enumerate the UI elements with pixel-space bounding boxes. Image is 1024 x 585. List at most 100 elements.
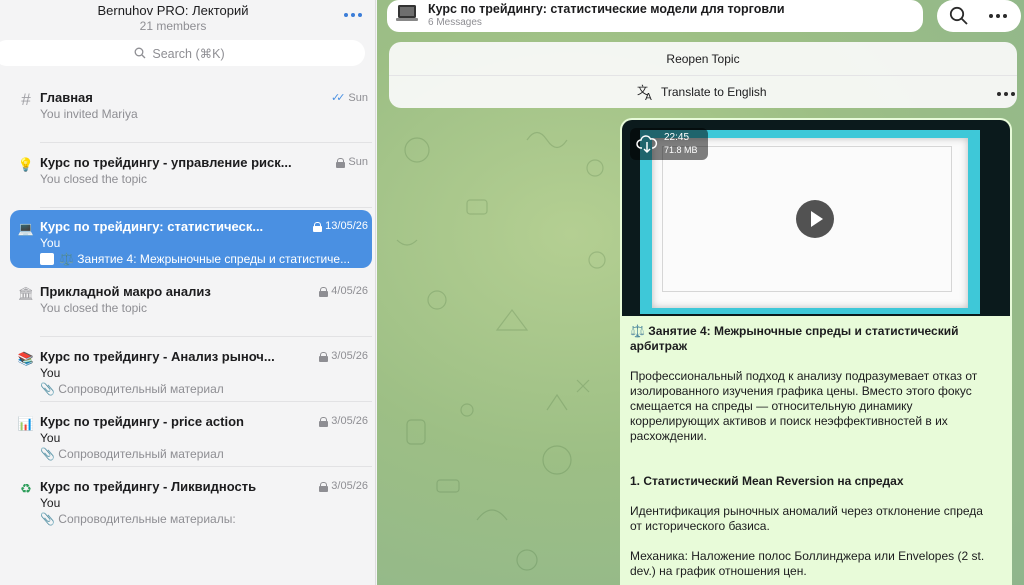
topic-sender: You: [40, 431, 61, 445]
topic-sender: You: [40, 496, 61, 510]
topic-item-price-action[interactable]: 📊 Курс по трейдингу - price action 3/05/…: [10, 405, 372, 467]
search-input[interactable]: Search (⌘K): [0, 40, 365, 66]
read-checks-icon: ✓✓: [330, 92, 346, 104]
topic-preview: ⚖️ Занятие 4: Межрыночные спреды и стати…: [40, 252, 368, 266]
topic-item-main[interactable]: # Главная ✓✓ Sun You invited Mariya: [10, 81, 372, 143]
topic-sender: You: [40, 366, 61, 380]
lock-icon: [319, 416, 329, 427]
books-icon: 📚: [17, 351, 35, 366]
search-placeholder: Search (⌘K): [152, 46, 225, 61]
translate-button[interactable]: 文A Translate to English: [637, 83, 767, 101]
reopen-topic-button[interactable]: Reopen Topic: [389, 52, 1017, 66]
lock-icon: [336, 157, 346, 168]
topic-date: 13/05/26: [325, 220, 368, 232]
topic-preview: You closed the topic: [40, 301, 147, 315]
topic-name: Курс по трейдингу - управление риск...: [40, 155, 292, 170]
recycle-icon: ♻: [20, 481, 32, 496]
divider: [40, 336, 372, 337]
topic-name: Курс по трейдингу - price action: [40, 414, 244, 429]
lock-icon: [319, 351, 329, 362]
dot-icon: [997, 92, 1001, 96]
lightbulb-icon: 💡: [17, 157, 35, 172]
topic-item-macro[interactable]: 🏛 Прикладной макро анализ 4/05/26 You cl…: [10, 275, 372, 337]
lock-icon: [313, 221, 323, 232]
topic-name: Главная: [40, 90, 93, 105]
topic-meta: ✓✓ Sun: [330, 91, 368, 105]
translate-label: Translate to English: [661, 85, 767, 99]
more-options-button[interactable]: [985, 7, 1011, 25]
topic-meta: 4/05/26: [319, 285, 368, 297]
header-actions: [937, 0, 1021, 32]
divider: [40, 466, 372, 467]
more-options-button[interactable]: [340, 6, 366, 24]
divider: [40, 142, 372, 143]
topic-name: Курс по трейдингу - Анализ рыноч...: [40, 349, 275, 364]
topic-preview-text: ⚖️ Занятие 4: Межрыночные спреды и стати…: [59, 252, 351, 266]
topic-item-statistics[interactable]: 💻 Курс по трейдингу: статистическ... 13/…: [10, 210, 372, 268]
cloud-download-icon: [636, 135, 658, 154]
bank-icon: 🏛: [17, 286, 35, 301]
topic-title: Курс по трейдингу: статистические модели…: [428, 2, 785, 16]
message-bubble: 22:45 71.8 MB ⚖️ Занятие 4: Межрыночные …: [620, 118, 1012, 585]
dot-icon: [1011, 92, 1015, 96]
chart-icon: 📊: [17, 416, 35, 431]
topic-meta: 3/05/26: [319, 415, 368, 427]
play-button[interactable]: [796, 200, 834, 238]
message-paragraph: Профессиональный подход к анализу подраз…: [630, 369, 978, 443]
laptop-icon: 💻: [17, 221, 35, 236]
svg-text:A: A: [645, 92, 652, 101]
topic-date: 3/05/26: [331, 415, 368, 427]
topic-preview: 📎 Сопроводительный материал: [40, 382, 224, 396]
video-size: 71.8 MB: [664, 145, 698, 155]
dot-icon: [351, 13, 355, 17]
dot-icon: [1004, 92, 1008, 96]
topic-name: Курс по трейдингу: статистическ...: [40, 219, 264, 234]
topic-date: 4/05/26: [331, 285, 368, 297]
topic-item-market-analysis[interactable]: 📚 Курс по трейдингу - Анализ рыноч... 3/…: [10, 340, 372, 402]
topic-name: Курс по трейдингу - Ликвидность: [40, 479, 257, 494]
topic-item-liquidity[interactable]: ♻ Курс по трейдингу - Ликвидность 3/05/2…: [10, 470, 372, 528]
topic-name: Прикладной макро анализ: [40, 284, 211, 299]
topic-item-risk[interactable]: 💡 Курс по трейдингу - управление риск...…: [10, 146, 372, 208]
video-duration: 22:45: [664, 132, 690, 143]
topic-preview: You invited Mariya: [40, 107, 138, 121]
video-attachment[interactable]: 22:45 71.8 MB: [622, 120, 1010, 316]
topic-date: Sun: [348, 156, 368, 168]
laptop-icon: [396, 5, 418, 21]
topic-meta: 3/05/26: [319, 350, 368, 362]
divider: [40, 401, 372, 402]
dot-icon: [989, 14, 993, 18]
lock-icon: [319, 286, 329, 297]
topic-header[interactable]: Курс по трейдингу: статистические модели…: [387, 0, 923, 32]
topic-preview: 📎 Сопроводительные материалы:: [40, 512, 236, 526]
message-text: ⚖️ Занятие 4: Межрыночные спреды и стати…: [630, 324, 992, 585]
topic-date: 3/05/26: [331, 480, 368, 492]
chat-sidebar: Bernuhov PRO: Лекторий 21 members Search…: [0, 0, 376, 585]
topic-meta: Sun: [336, 156, 368, 168]
dot-icon: [344, 13, 348, 17]
topic-date: Sun: [348, 91, 368, 104]
translate-icon: 文A: [637, 83, 652, 101]
video-thumb-icon: [40, 253, 54, 265]
group-title[interactable]: Bernuhov PRO: Лекторий: [0, 3, 346, 18]
translate-more-button[interactable]: [993, 85, 1019, 103]
search-icon: [134, 47, 146, 59]
dot-icon: [1003, 14, 1007, 18]
sidebar-header: Bernuhov PRO: Лекторий 21 members: [0, 0, 375, 36]
topic-sender: You: [40, 236, 61, 250]
topic-date: 3/05/26: [331, 350, 368, 362]
member-count: 21 members: [139, 19, 207, 33]
message-paragraph: Механика: Наложение полос Боллинджера ил…: [630, 549, 985, 578]
divider: [389, 75, 1017, 76]
dot-icon: [996, 14, 1000, 18]
topic-message-count: 6 Messages: [428, 17, 482, 28]
hash-icon: #: [21, 90, 31, 109]
dot-icon: [358, 13, 362, 17]
video-info-badge[interactable]: 22:45 71.8 MB: [630, 128, 708, 160]
lock-icon: [319, 481, 329, 492]
search-icon[interactable]: [949, 6, 969, 26]
message-section-heading: 1. Статистический Mean Reversion на спре…: [630, 474, 904, 488]
topic-meta: 13/05/26: [313, 220, 368, 232]
topic-preview: 📎 Сопроводительный материал: [40, 447, 224, 461]
